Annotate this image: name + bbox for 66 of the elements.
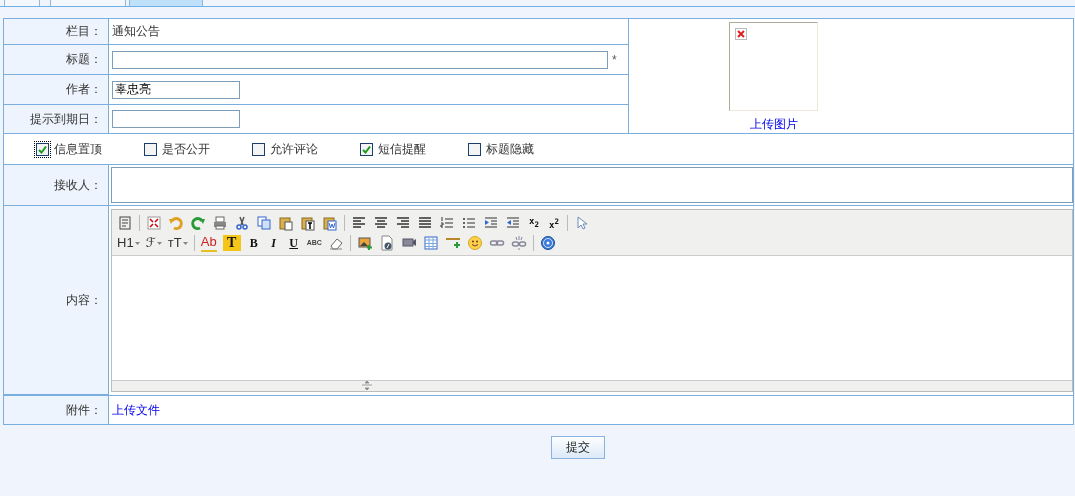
- required-mark: *: [612, 52, 617, 67]
- paste-text-icon[interactable]: [300, 215, 316, 231]
- submit-button[interactable]: 提交: [551, 436, 605, 459]
- table-icon[interactable]: [422, 235, 439, 251]
- copy-icon[interactable]: [256, 215, 272, 231]
- field-label: 栏目：: [4, 19, 108, 44]
- field-label: 提示到期日：: [4, 105, 108, 133]
- subscript-button[interactable]: x$_{2}$: [527, 213, 541, 233]
- bullet-list-icon[interactable]: [461, 215, 477, 231]
- bold-button[interactable]: B: [246, 235, 261, 251]
- checkbox[interactable]: [358, 140, 375, 158]
- field-label: 标题：: [4, 45, 108, 74]
- paste-word-icon[interactable]: [322, 215, 338, 231]
- caret-icon: [182, 241, 188, 245]
- italic-button[interactable]: I: [266, 235, 281, 251]
- checkbox[interactable]: [34, 140, 51, 158]
- highlight-button[interactable]: T: [222, 235, 241, 251]
- text-field[interactable]: [112, 110, 240, 128]
- checkbox-label: 信息置顶: [54, 140, 102, 158]
- heading-dropdown[interactable]: H1: [117, 235, 140, 251]
- redo-icon[interactable]: [190, 215, 206, 231]
- field-label: 附件：: [4, 396, 108, 424]
- field-label: 接收人：: [4, 165, 108, 205]
- text-field[interactable]: [112, 50, 608, 69]
- checkbox-label: 是否公开: [162, 140, 210, 158]
- field-label: 内容：: [4, 206, 108, 394]
- checkbox[interactable]: [466, 140, 483, 158]
- cursor-icon[interactable]: [574, 215, 590, 231]
- caret-icon: [156, 241, 162, 245]
- subscript-button[interactable]: x$^{2}$: [547, 213, 561, 233]
- broken-image-icon: [735, 28, 747, 40]
- checkbox-label: 短信提醒: [378, 140, 426, 158]
- indent-icon[interactable]: [483, 215, 499, 231]
- smiley-icon[interactable]: [466, 235, 483, 251]
- recipient-field[interactable]: [111, 167, 1073, 203]
- align-center-icon[interactable]: [373, 215, 389, 231]
- text-field[interactable]: 辜忠亮: [112, 80, 240, 99]
- checkbox[interactable]: [142, 140, 159, 158]
- numbered-list-icon[interactable]: [439, 215, 455, 231]
- outdent-icon[interactable]: [505, 215, 521, 231]
- font-size-dropdown[interactable]: ᴛT: [167, 235, 188, 251]
- text-color-button[interactable]: Ab: [200, 234, 217, 252]
- align-right-icon[interactable]: [395, 215, 411, 231]
- horizontal-rule-icon[interactable]: [444, 235, 461, 251]
- checkbox-label: 标题隐藏: [486, 140, 534, 158]
- field-value: 通知公告: [112, 23, 160, 40]
- checkbox[interactable]: [250, 140, 267, 158]
- field-label: 作者：: [4, 75, 108, 104]
- cut-icon[interactable]: [234, 215, 250, 231]
- upload-image-link[interactable]: 上传图片: [749, 116, 798, 133]
- caret-icon: [134, 241, 140, 245]
- align-left-icon[interactable]: [351, 215, 367, 231]
- unlink-icon[interactable]: [510, 235, 527, 251]
- justify-icon[interactable]: [417, 215, 433, 231]
- resize-handle-icon[interactable]: [362, 381, 372, 390]
- print-icon[interactable]: [212, 215, 228, 231]
- flash-icon[interactable]: [378, 235, 395, 251]
- checkbox-label: 允许评论: [270, 140, 318, 158]
- checkmark-icon: [38, 144, 47, 154]
- checkmark-icon: [362, 144, 371, 154]
- paste-icon[interactable]: [278, 215, 294, 231]
- image-icon[interactable]: [356, 235, 373, 251]
- upload-file-link[interactable]: 上传文件: [112, 401, 160, 419]
- font-family-dropdown[interactable]: ℱ: [145, 235, 162, 251]
- fullscreen-icon[interactable]: [146, 215, 162, 231]
- underline-button[interactable]: U: [286, 235, 301, 251]
